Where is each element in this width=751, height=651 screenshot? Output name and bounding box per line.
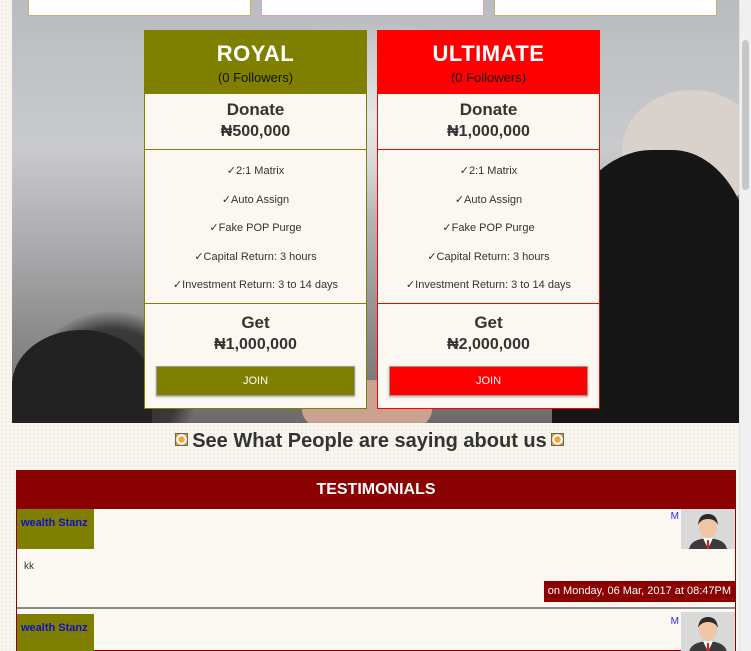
donate-label: Donate bbox=[226, 100, 285, 119]
get-label: Get bbox=[474, 313, 503, 332]
feature-item: ✓Fake POP Purge bbox=[209, 222, 302, 234]
feature-item: ✓2:1 Matrix bbox=[459, 165, 518, 177]
feature-item: ✓Capital Return: 3 hours bbox=[194, 250, 317, 263]
plan-donate: Donate ₦1,000,000 bbox=[378, 94, 599, 150]
testimonials-heading-text: See What People are saying about us bbox=[192, 430, 547, 452]
plan-card-top-1 bbox=[28, 0, 251, 16]
get-amount: ₦1,000,000 bbox=[214, 336, 297, 353]
plan-header: ULTIMATE (0 Followers) bbox=[378, 31, 599, 94]
plan-card-ultimate: ULTIMATE (0 Followers) Donate ₦1,000,000… bbox=[377, 30, 600, 409]
testimonial-date: on Monday, 06 Mar, 2017 at 08:47PM bbox=[543, 581, 735, 602]
donate-amount: ₦1,000,000 bbox=[447, 123, 530, 140]
scrollbar-thumb[interactable] bbox=[742, 40, 749, 190]
get-amount: ₦2,000,000 bbox=[447, 336, 530, 353]
feature-item: ✓Investment Return: 3 to 14 days bbox=[172, 279, 339, 291]
plan-card-royal: ROYAL (0 Followers) Donate ₦500,000 ✓2:1… bbox=[144, 30, 367, 409]
plan-get: Get ₦1,000,000 bbox=[145, 304, 366, 366]
testimonial-message: kk bbox=[24, 561, 34, 572]
plan-get: Get ₦2,000,000 bbox=[378, 304, 599, 366]
plan-features: ✓2:1 Matrix ✓Auto Assign ✓Fake POP Purge… bbox=[145, 150, 366, 304]
plan-header: ROYAL (0 Followers) bbox=[145, 31, 366, 94]
join-ultimate-button[interactable]: JOIN bbox=[389, 366, 588, 396]
testimonial-author[interactable]: wealth Stanz bbox=[17, 614, 94, 651]
feature-item: ✓2:1 Matrix bbox=[226, 165, 285, 177]
plan-donate: Donate ₦500,000 bbox=[145, 94, 366, 150]
plan-features: ✓2:1 Matrix ✓Auto Assign ✓Fake POP Purge… bbox=[378, 150, 599, 304]
gender-badge: M bbox=[670, 511, 679, 522]
gender-badge: M bbox=[670, 616, 679, 627]
feature-item: ✓Investment Return: 3 to 14 days bbox=[405, 279, 572, 291]
plan-followers: (0 Followers) bbox=[217, 70, 294, 85]
coin-icon bbox=[175, 433, 189, 446]
join-royal-button[interactable]: JOIN bbox=[156, 366, 355, 396]
testimonials-heading: See What People are saying about us bbox=[0, 430, 739, 453]
donate-label: Donate bbox=[459, 100, 518, 119]
donate-amount: ₦500,000 bbox=[220, 123, 291, 140]
plan-followers: (0 Followers) bbox=[450, 70, 527, 85]
plan-card-top-3 bbox=[494, 0, 717, 16]
testimonial-item: wealth Stanz M bbox=[17, 609, 735, 651]
coin-icon bbox=[550, 433, 564, 446]
get-label: Get bbox=[241, 313, 270, 332]
page-scrollbar[interactable] bbox=[739, 0, 751, 651]
testimonials-panel: TESTIMONIALS wealth Stanz M kk on Monday… bbox=[16, 470, 736, 651]
feature-item: ✓Fake POP Purge bbox=[442, 222, 535, 234]
testimonials-title: TESTIMONIALS bbox=[17, 471, 735, 509]
plan-card-top-2 bbox=[261, 0, 484, 16]
testimonial-item: wealth Stanz M kk on Monday, 06 Mar, 201… bbox=[17, 509, 735, 609]
feature-item: ✓Auto Assign bbox=[454, 193, 523, 206]
man-avatar-icon bbox=[681, 509, 735, 549]
plan-name: ROYAL bbox=[216, 41, 295, 66]
man-avatar-icon bbox=[681, 612, 735, 651]
testimonial-author[interactable]: wealth Stanz bbox=[17, 509, 94, 549]
hero-background-image bbox=[12, 0, 739, 423]
plan-name: ULTIMATE bbox=[432, 41, 545, 66]
feature-item: ✓Capital Return: 3 hours bbox=[427, 250, 550, 263]
feature-item: ✓Auto Assign bbox=[221, 193, 290, 206]
